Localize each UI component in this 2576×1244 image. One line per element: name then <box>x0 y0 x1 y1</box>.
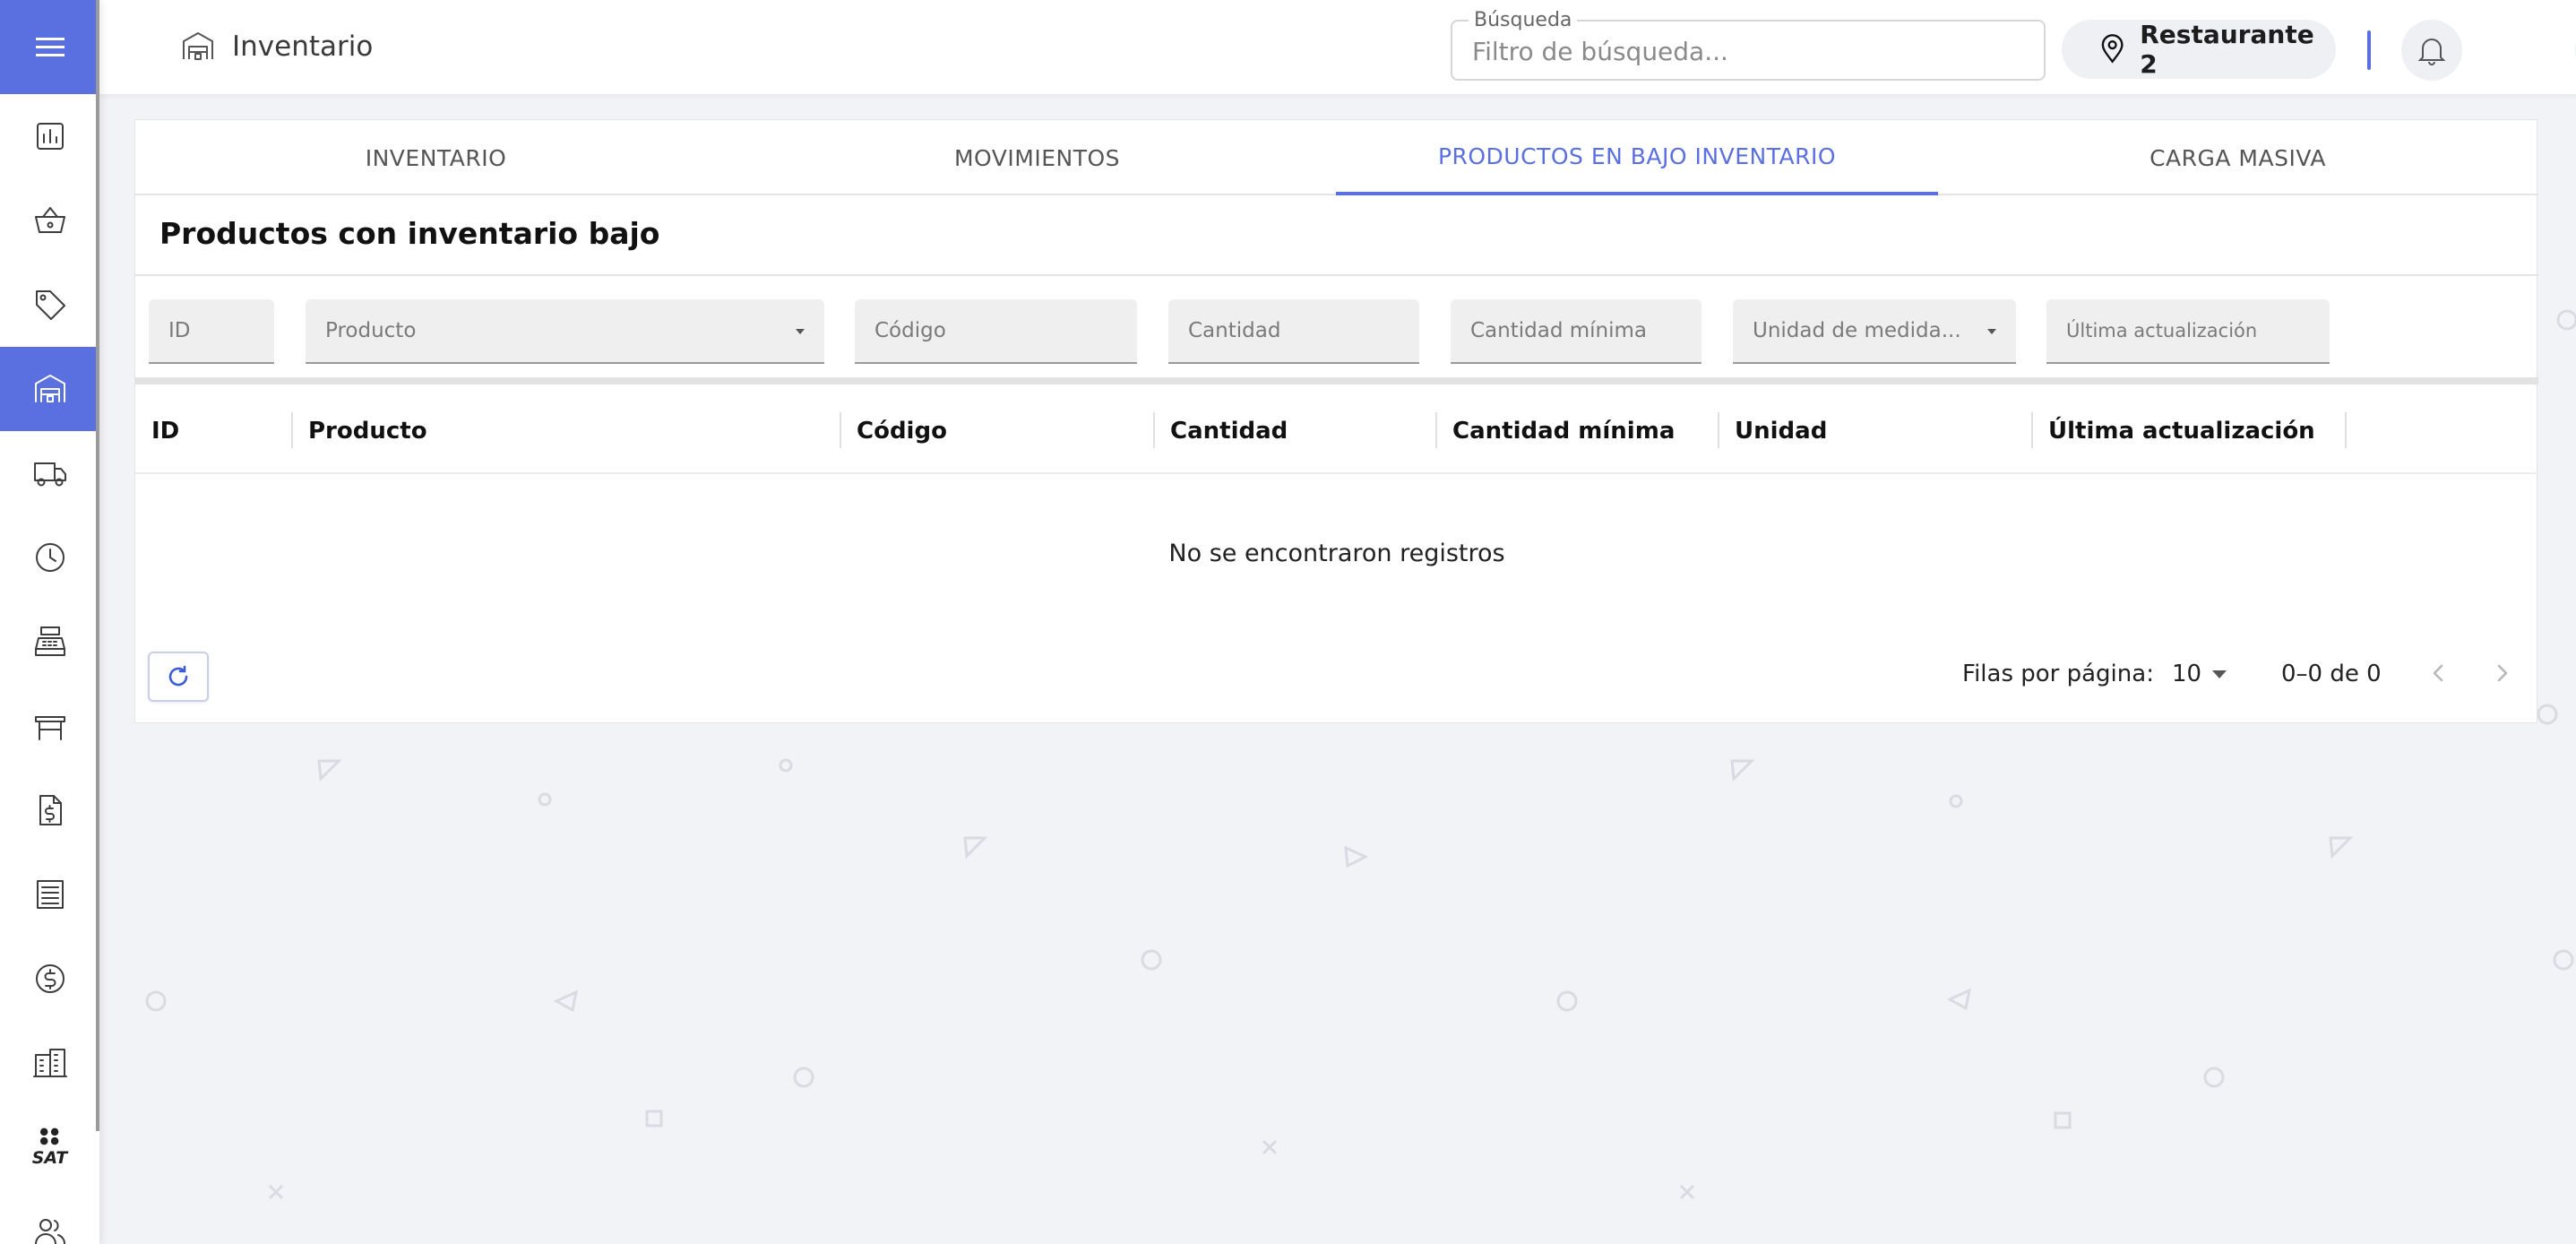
rows-per-page-value: 10 <box>2172 661 2202 687</box>
filter-id-placeholder: ID <box>168 319 191 342</box>
filter-cantidad[interactable]: Cantidad <box>1168 299 1419 364</box>
rows-per-page-label: Filas por página: <box>1962 661 2154 687</box>
tab-movimientos[interactable]: MOVIMIENTOS <box>737 120 1338 195</box>
sidebar-item-users[interactable] <box>0 1189 99 1244</box>
filter-unidad[interactable]: Unidad de medida... <box>1733 299 2016 364</box>
previous-page-button[interactable] <box>2417 651 2461 695</box>
top-bar: Inventario Búsqueda Restaurante 2 AU <box>99 0 2576 94</box>
search-input[interactable] <box>1472 34 2010 68</box>
warehouse-icon <box>34 375 65 402</box>
location-label: Restaurante 2 <box>2140 20 2314 79</box>
column-header-cantidad[interactable]: Cantidad <box>1154 392 1436 471</box>
chevron-right-icon <box>2497 664 2508 682</box>
chevron-down-icon <box>796 329 805 334</box>
filter-cantidad-minima-placeholder: Cantidad mínima <box>1470 319 1648 342</box>
bell-icon <box>2417 39 2446 65</box>
filter-cantidad-minima[interactable]: Cantidad mínima <box>1451 299 1702 364</box>
filter-ultima-actualizacion-placeholder: Última actualización <box>2066 320 2258 341</box>
filter-cantidad-placeholder: Cantidad <box>1188 319 1281 342</box>
page-title: Inventario <box>232 30 374 63</box>
divider <box>135 274 2538 276</box>
sidebar-item-products[interactable] <box>0 263 99 347</box>
column-header-unidad[interactable]: Unidad <box>1719 392 2032 471</box>
filter-producto[interactable]: Producto <box>306 299 824 364</box>
receipt-icon <box>36 880 64 909</box>
refresh-button[interactable] <box>148 652 209 702</box>
users-icon <box>34 1219 65 1244</box>
sidebar-item-sales[interactable] <box>0 178 99 263</box>
column-header-codigo[interactable]: Código <box>840 392 1154 471</box>
column-header-producto[interactable]: Producto <box>292 392 840 471</box>
tab-productos-bajo-inventario[interactable]: PRODUCTOS EN BAJO INVENTARIO <box>1336 120 1938 195</box>
tab-bar: INVENTARIO MOVIMIENTOS PRODUCTOS EN BAJO… <box>135 120 2538 195</box>
building-icon <box>32 1049 67 1077</box>
pagination-range: 0–0 de 0 <box>2281 661 2382 687</box>
truck-icon <box>33 462 66 487</box>
page-header: Inventario <box>180 29 373 65</box>
filter-unidad-placeholder: Unidad de medida... <box>1753 319 1961 342</box>
column-separator[interactable] <box>2345 412 2347 448</box>
chevron-down-icon <box>1987 329 1996 334</box>
sidebar-item-reports[interactable] <box>0 94 99 178</box>
filter-separator <box>135 377 2538 384</box>
sidebar-item-history[interactable] <box>0 515 99 600</box>
tab-carga-masiva[interactable]: CARGA MASIVA <box>1937 120 2538 195</box>
rows-per-page-select[interactable]: 10 <box>2172 661 2227 687</box>
invoice-icon <box>39 795 62 825</box>
sidebar-item-cash-register[interactable] <box>0 600 99 684</box>
basket-icon <box>34 207 65 233</box>
dollar-icon <box>35 964 65 993</box>
sat-label: SAT <box>31 1148 68 1168</box>
warehouse-icon <box>183 32 213 60</box>
sidebar-item-receipts[interactable] <box>0 852 99 937</box>
tab-inventario[interactable]: INVENTARIO <box>135 120 737 195</box>
card-title: Productos con inventario bajo <box>159 216 660 251</box>
sidebar: SAT <box>0 0 99 1244</box>
notifications-button[interactable] <box>2401 20 2462 81</box>
sidebar-item-payments[interactable] <box>0 937 99 1021</box>
hamburger-icon <box>35 37 65 56</box>
sat-icon <box>39 1127 58 1145</box>
refresh-icon <box>168 665 188 687</box>
filter-ultima-actualizacion[interactable]: Última actualización <box>2046 299 2330 364</box>
column-header-ultima-actualizacion[interactable]: Última actualización <box>2032 392 2346 471</box>
sidebar-item-sat[interactable]: SAT <box>0 1105 99 1189</box>
next-page-button[interactable] <box>2479 651 2524 695</box>
sidebar-item-invoices[interactable] <box>0 768 99 852</box>
filter-codigo[interactable]: Código <box>855 299 1137 364</box>
sidebar-item-delivery[interactable] <box>0 431 99 515</box>
column-header-id[interactable]: ID <box>135 392 292 471</box>
search-field[interactable]: Búsqueda <box>1451 9 2046 81</box>
sidebar-item-branches[interactable] <box>0 1021 99 1105</box>
filter-producto-placeholder: Producto <box>325 319 417 342</box>
filter-codigo-placeholder: Código <box>874 319 946 342</box>
column-header-cantidad-minima[interactable]: Cantidad mínima <box>1436 392 1719 471</box>
header-divider <box>2367 30 2371 70</box>
sidebar-scrollbar[interactable] <box>96 0 99 1131</box>
sidebar-item-tables[interactable] <box>0 684 99 768</box>
menu-toggle-button[interactable] <box>0 0 99 94</box>
chevron-left-icon <box>2433 664 2443 682</box>
location-selector[interactable]: Restaurante 2 <box>2062 20 2336 79</box>
empty-state-message: No se encontraron registros <box>1168 540 1505 567</box>
low-inventory-card: INVENTARIO MOVIMIENTOS PRODUCTOS EN BAJO… <box>134 119 2538 723</box>
search-legend: Búsqueda <box>1469 9 1578 31</box>
location-pin-icon <box>2101 34 2124 64</box>
header-divider <box>135 472 2538 474</box>
table-icon <box>34 716 65 740</box>
bar-chart-icon <box>36 123 64 150</box>
filter-id[interactable]: ID <box>149 299 274 364</box>
clock-icon <box>35 543 65 572</box>
sidebar-item-inventory[interactable] <box>0 347 99 431</box>
chevron-down-icon <box>2212 670 2227 678</box>
cash-register-icon <box>34 626 65 656</box>
tag-icon <box>35 290 65 320</box>
